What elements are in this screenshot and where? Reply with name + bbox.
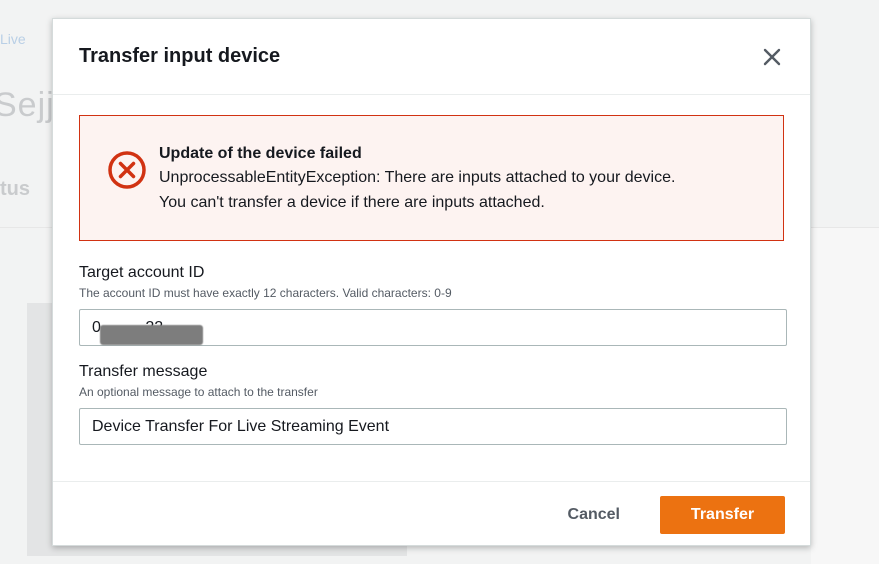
alert-message-line-1: UnprocessableEntityException: There are …: [159, 169, 676, 186]
alert-title: Update of the device failed: [159, 145, 362, 162]
transfer-message-field: Transfer message An optional message to …: [79, 362, 787, 445]
cancel-button[interactable]: Cancel: [568, 506, 620, 524]
target-account-description: The account ID must have exactly 12 char…: [79, 286, 452, 300]
transfer-button[interactable]: Transfer: [660, 495, 785, 534]
background-right-area: [811, 228, 879, 564]
target-account-label: Target account ID: [79, 264, 205, 281]
error-circle-x-icon: [107, 150, 147, 190]
transfer-message-label: Transfer message: [79, 363, 208, 380]
background-breadcrumb-link: Live: [0, 31, 26, 47]
target-account-field: Target account ID The account ID must ha…: [79, 263, 787, 346]
transfer-message-input[interactable]: [79, 408, 787, 445]
modal-title: Transfer input device: [79, 45, 281, 67]
transfer-message-description: An optional message to attach to the tra…: [79, 385, 318, 399]
transfer-input-device-modal: Transfer input device Update of the devi…: [52, 18, 811, 546]
alert-message-line-2: You can't transfer a device if there are…: [159, 194, 545, 211]
modal-footer: Cancel Transfer: [53, 481, 810, 547]
background-section-heading: tus: [0, 178, 30, 200]
modal-header: Transfer input device: [53, 19, 810, 95]
modal-body: Update of the device failed Unprocessabl…: [53, 95, 810, 445]
close-icon[interactable]: [760, 45, 784, 69]
redaction-block: [100, 325, 203, 345]
target-account-input-wrapper: [79, 309, 787, 346]
error-alert: Update of the device failed Unprocessabl…: [79, 115, 784, 241]
